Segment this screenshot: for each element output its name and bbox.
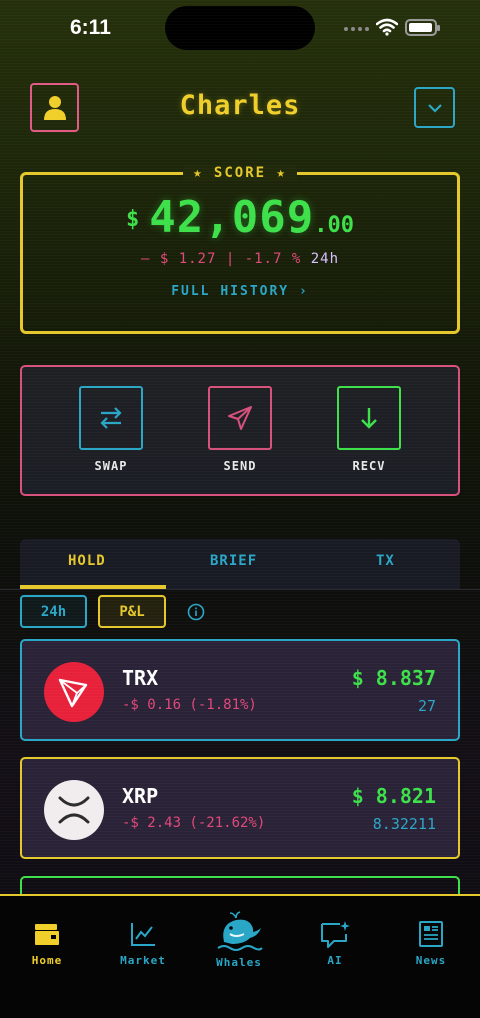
full-history-link[interactable]: FULL HISTORY › — [0, 284, 480, 299]
portfolio-value: $42,069.00 — [126, 192, 354, 243]
asset-symbol: XRP — [122, 784, 159, 808]
nav-market-label: Market — [120, 954, 166, 967]
scanline-overlay — [0, 0, 480, 1018]
battery-icon — [405, 19, 440, 36]
tab-hold[interactable]: HOLD — [68, 553, 106, 569]
nav-home-label: Home — [31, 954, 63, 967]
ai-chat-icon — [321, 921, 350, 948]
score-label: ★ SCORE ★ — [0, 162, 480, 181]
swap-label: SWAP — [94, 459, 128, 473]
receive-label: RECV — [352, 459, 386, 473]
asset-card-trx[interactable]: TRX -$ 0.16 (-1.81%) $ 8.837 27 — [20, 639, 460, 741]
asset-change: -$ 0.16 (-1.81%) — [122, 697, 257, 713]
receive-button[interactable]: RECV — [337, 386, 401, 473]
swap-icon — [100, 407, 122, 429]
send-button[interactable]: SEND — [208, 386, 272, 473]
tab-brief[interactable]: BRIEF — [210, 553, 257, 569]
nav-whales-label: Whales — [216, 956, 262, 969]
xrp-logo-icon — [44, 780, 104, 840]
asset-price: $ 8.837 — [351, 666, 436, 690]
nav-ai[interactable]: AI — [295, 918, 375, 967]
account-dropdown-button[interactable] — [414, 87, 455, 128]
asset-quantity: 27 — [417, 697, 436, 715]
cellular-signal-icon — [344, 27, 369, 31]
pnl-filter-chip[interactable]: P&L — [98, 595, 166, 628]
trx-logo-icon — [44, 662, 104, 722]
wallet-icon — [35, 924, 59, 945]
asset-card-xrp[interactable]: XRP -$ 2.43 (-21.62%) $ 8.821 8.32211 — [20, 757, 460, 859]
asset-quantity: 8.32211 — [372, 815, 436, 833]
whale-icon — [217, 911, 263, 951]
dynamic-island — [165, 6, 315, 50]
chevron-down-icon — [427, 103, 442, 113]
send-icon — [228, 406, 252, 430]
receive-icon — [361, 408, 377, 429]
nav-ai-label: AI — [327, 954, 343, 967]
send-label: SEND — [223, 459, 257, 473]
range-filter-chip[interactable]: 24h — [20, 595, 87, 628]
user-name-title: Charles — [179, 90, 301, 121]
nav-home[interactable]: Home — [7, 918, 87, 967]
info-icon[interactable] — [187, 603, 205, 621]
wifi-icon — [376, 18, 398, 36]
tab-tx[interactable]: TX — [376, 553, 395, 569]
asset-price: $ 8.821 — [351, 784, 436, 808]
news-icon — [419, 921, 443, 947]
swap-button[interactable]: SWAP — [79, 386, 143, 473]
nav-news[interactable]: News — [391, 918, 471, 967]
chart-icon — [131, 923, 155, 946]
asset-symbol: TRX — [122, 666, 159, 690]
nav-whales[interactable]: Whales — [199, 910, 279, 969]
nav-news-label: News — [415, 954, 447, 967]
status-time: 6:11 — [70, 16, 111, 39]
asset-change: -$ 2.43 (-21.62%) — [122, 815, 266, 831]
app-screen: 6:11 Charles ★ SCORE ★ $42,069.00 – $ 1.… — [0, 0, 480, 1018]
nav-market[interactable]: Market — [103, 918, 183, 967]
portfolio-change: – $ 1.27 | -1.7 % 24h — [140, 251, 340, 267]
tabs-divider — [0, 589, 480, 590]
